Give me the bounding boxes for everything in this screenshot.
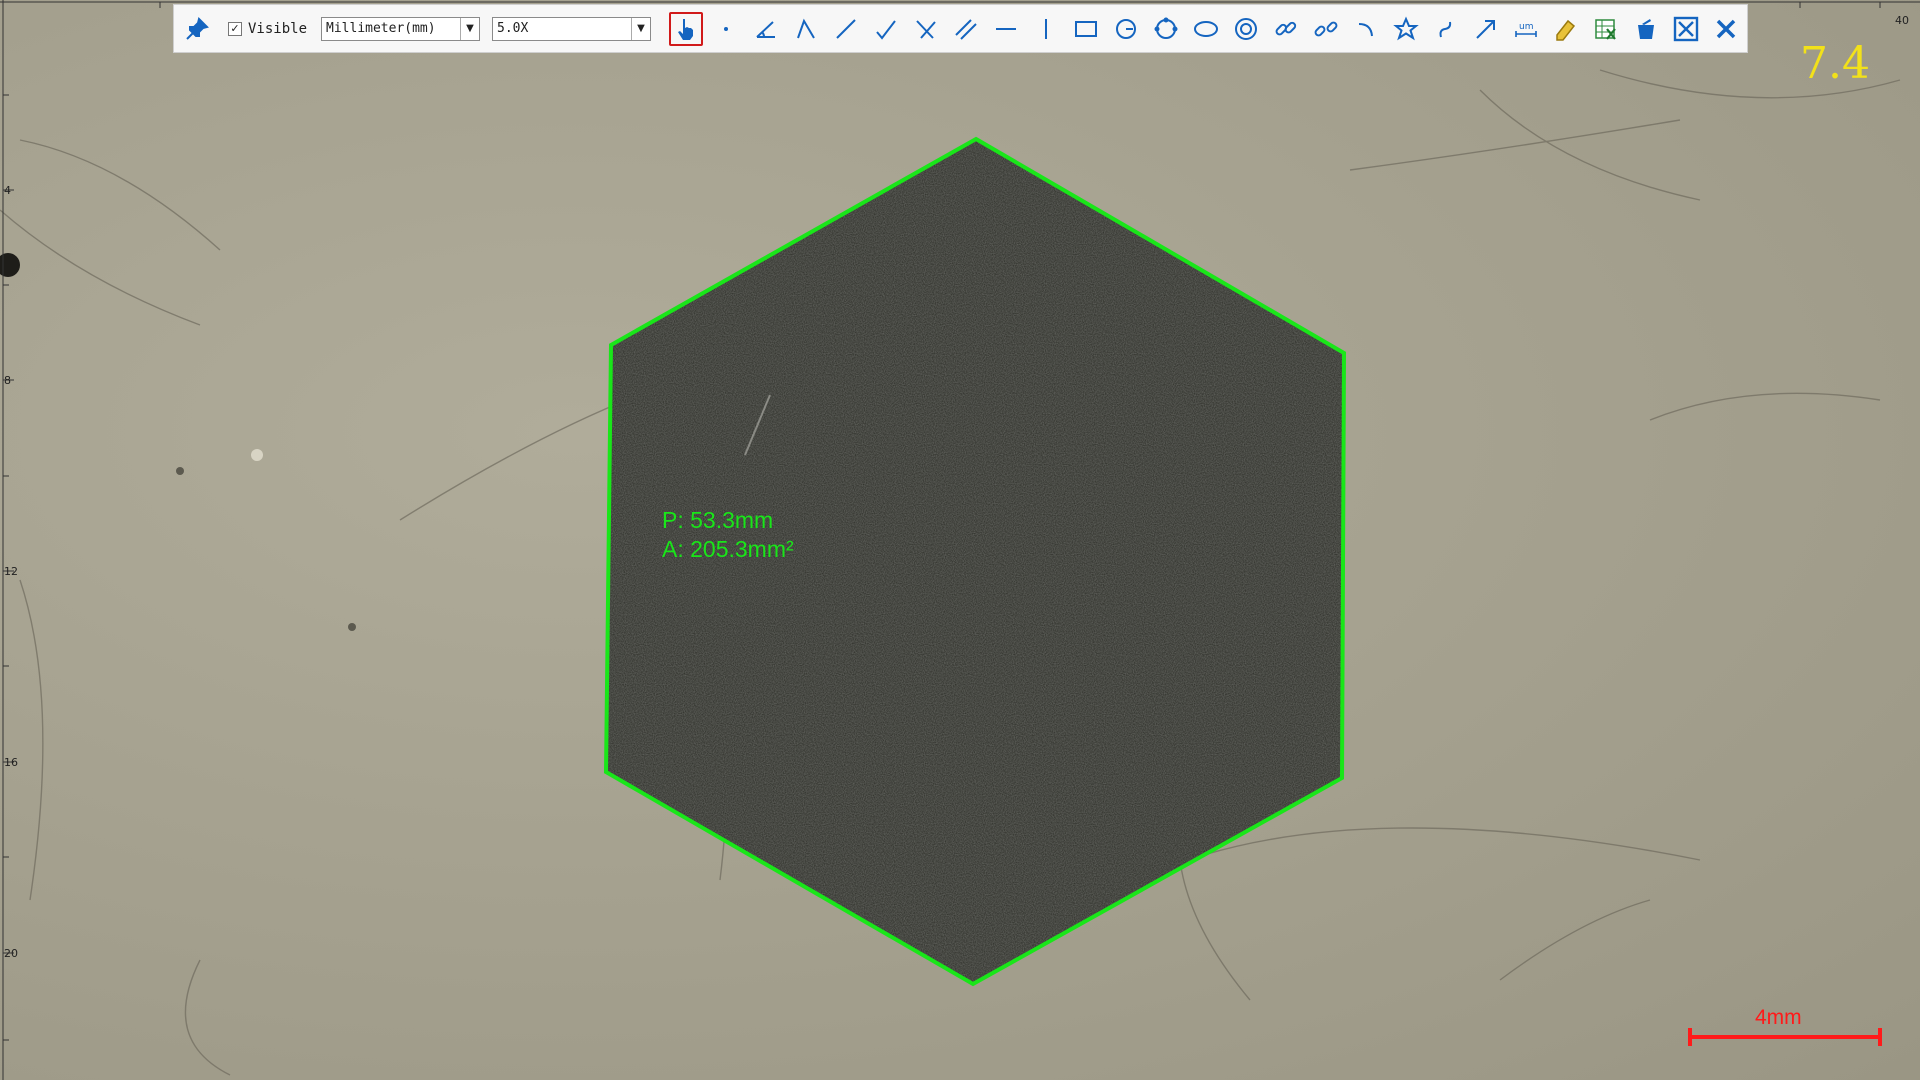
close-icon[interactable] xyxy=(1709,12,1743,46)
polyline-icon[interactable] xyxy=(869,12,903,46)
chevron-down-icon: ▼ xyxy=(460,17,479,40)
visible-label: Visible xyxy=(248,20,308,37)
arc-icon[interactable] xyxy=(1349,12,1383,46)
unit-select-value: Millimeter(mm) xyxy=(326,21,436,36)
star-icon[interactable] xyxy=(1389,12,1423,46)
vertical-line-icon[interactable] xyxy=(1029,12,1063,46)
concentric-circle-icon[interactable] xyxy=(1229,12,1263,46)
measurement-toolbar: ✓ Visible Millimeter(mm) ▼ 5.0X ▼ um xyxy=(173,4,1748,53)
microscope-view[interactable]: 40 4 8 12 16 20 7.4 P: 53.3mm A: 205.3mm… xyxy=(0,0,1920,1080)
pin-icon[interactable] xyxy=(180,12,214,46)
ellipse-icon[interactable] xyxy=(1189,12,1223,46)
parallel-lines-icon[interactable] xyxy=(949,12,983,46)
ruler-left-label: 8 xyxy=(4,374,11,387)
pencil-icon[interactable] xyxy=(1549,12,1583,46)
chevron-down-icon: ▼ xyxy=(631,17,650,40)
scale-bar-icon[interactable]: um xyxy=(1509,12,1543,46)
measurement-label[interactable]: P: 53.3mm A: 205.3mm² xyxy=(662,506,794,564)
left-ruler xyxy=(2,0,14,1080)
perimeter-value: P: 53.3mm xyxy=(662,507,774,533)
hand-pointer-icon[interactable] xyxy=(669,11,704,46)
ruler-left-label: 20 xyxy=(4,947,18,960)
ruler-top-label: 40 xyxy=(1895,14,1909,27)
point-icon[interactable] xyxy=(709,12,743,46)
svg-text:um: um xyxy=(1519,22,1533,32)
zoom-readout: 7.4 xyxy=(1800,38,1870,89)
unit-select[interactable]: Millimeter(mm) ▼ xyxy=(321,16,481,41)
area-value: A: 205.3mm² xyxy=(662,536,794,562)
visible-toggle[interactable]: ✓ Visible xyxy=(228,21,307,37)
curve-icon[interactable] xyxy=(1429,12,1463,46)
ruler-left-label: 4 xyxy=(4,184,11,197)
zoom-select-value: 5.0X xyxy=(497,21,529,36)
rectangle-icon[interactable] xyxy=(1069,12,1103,46)
delete-icon[interactable] xyxy=(1629,12,1663,46)
close-box-icon[interactable] xyxy=(1669,12,1703,46)
scale-bar-label: 4mm xyxy=(1755,1006,1802,1029)
line-icon[interactable] xyxy=(829,12,863,46)
angle-icon[interactable] xyxy=(749,12,783,46)
image-canvas xyxy=(0,0,1920,1080)
zoom-select[interactable]: 5.0X ▼ xyxy=(492,16,652,41)
circle-center-icon[interactable] xyxy=(1109,12,1143,46)
ruler-left-label: 16 xyxy=(4,756,18,769)
cross-lines-icon[interactable] xyxy=(909,12,943,46)
chain-link-icon[interactable] xyxy=(1309,12,1343,46)
export-excel-icon[interactable] xyxy=(1589,12,1623,46)
link-icon[interactable] xyxy=(1269,12,1303,46)
circle-icon[interactable] xyxy=(1149,12,1183,46)
horizontal-line-icon[interactable] xyxy=(989,12,1023,46)
ruler-left-label: 12 xyxy=(4,565,18,578)
scale-bar xyxy=(1688,1028,1882,1046)
visible-checkbox[interactable]: ✓ xyxy=(228,21,242,36)
angle-open-icon[interactable] xyxy=(789,12,823,46)
arrow-icon[interactable] xyxy=(1469,12,1503,46)
